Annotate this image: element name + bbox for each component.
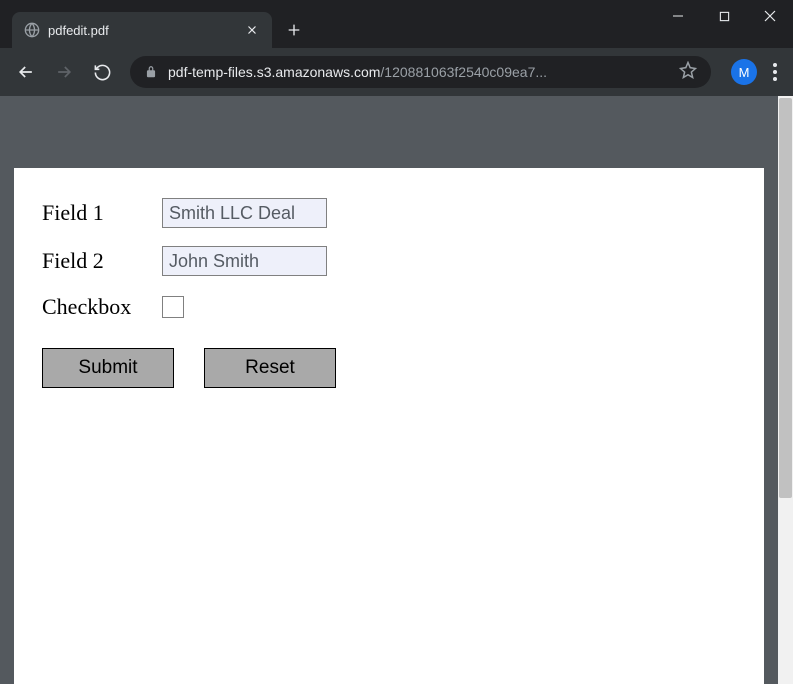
submit-button[interactable]: Submit xyxy=(42,348,174,388)
nav-forward-button[interactable] xyxy=(48,56,80,88)
new-tab-button[interactable] xyxy=(280,16,308,44)
window-controls xyxy=(655,0,793,40)
tab-title: pdfedit.pdf xyxy=(48,23,236,38)
nav-reload-button[interactable] xyxy=(86,56,118,88)
profile-avatar[interactable]: M xyxy=(731,59,757,85)
form-row-checkbox: Checkbox xyxy=(42,294,736,320)
field1-input[interactable] xyxy=(162,198,327,228)
browser-titlebar: pdfedit.pdf xyxy=(0,0,793,48)
field2-label: Field 2 xyxy=(42,248,162,274)
vertical-scrollbar-track[interactable] xyxy=(778,96,793,684)
browser-menu-button[interactable] xyxy=(773,63,777,81)
form-row-field2: Field 2 xyxy=(42,246,736,276)
nav-back-button[interactable] xyxy=(10,56,42,88)
pdf-page-container[interactable]: Field 1 Field 2 Checkbox Submit Reset xyxy=(0,96,778,684)
field2-input[interactable] xyxy=(162,246,327,276)
globe-icon xyxy=(24,22,40,38)
url-host: pdf-temp-files.s3.amazonaws.com xyxy=(168,64,380,80)
button-row: Submit Reset xyxy=(42,348,736,388)
url-text: pdf-temp-files.s3.amazonaws.com/12088106… xyxy=(168,64,669,80)
vertical-scrollbar-thumb[interactable] xyxy=(779,98,792,498)
reset-button[interactable]: Reset xyxy=(204,348,336,388)
window-minimize-button[interactable] xyxy=(655,0,701,32)
checkbox-input[interactable] xyxy=(162,296,184,318)
form-row-field1: Field 1 xyxy=(42,198,736,228)
url-path: /120881063f2540c09ea7... xyxy=(380,64,547,80)
field1-label: Field 1 xyxy=(42,200,162,226)
checkbox-label: Checkbox xyxy=(42,294,162,320)
tab-close-icon[interactable] xyxy=(244,22,260,38)
bookmark-star-icon[interactable] xyxy=(679,61,697,84)
pdf-page: Field 1 Field 2 Checkbox Submit Reset xyxy=(14,168,764,684)
lock-icon xyxy=(144,65,158,79)
browser-tab[interactable]: pdfedit.pdf xyxy=(12,12,272,48)
window-maximize-button[interactable] xyxy=(701,0,747,32)
window-close-button[interactable] xyxy=(747,0,793,32)
address-bar[interactable]: pdf-temp-files.s3.amazonaws.com/12088106… xyxy=(130,56,711,88)
browser-toolbar: pdf-temp-files.s3.amazonaws.com/12088106… xyxy=(0,48,793,96)
viewport: Field 1 Field 2 Checkbox Submit Reset xyxy=(0,96,793,684)
